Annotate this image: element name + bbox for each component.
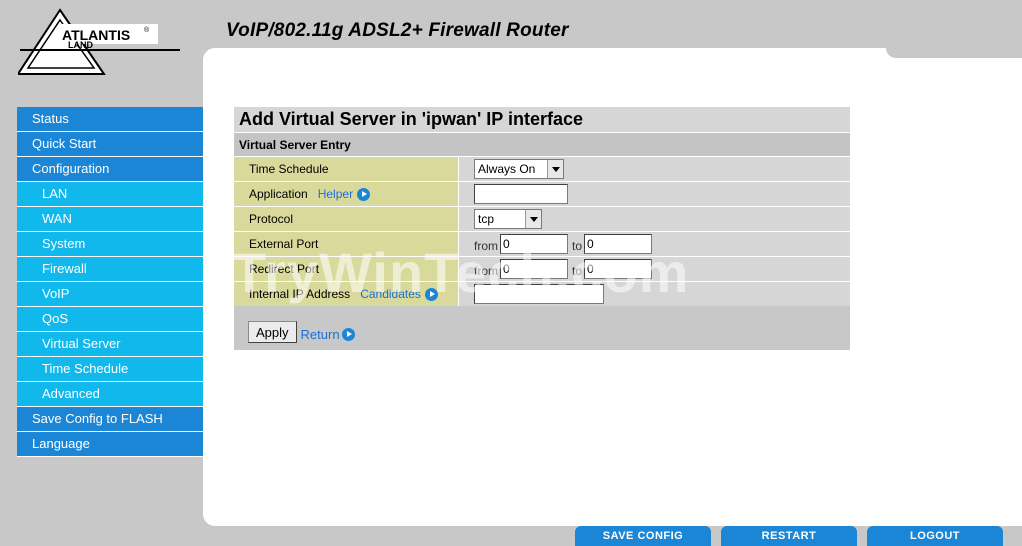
nav-qos[interactable]: QoS [17, 307, 203, 332]
external-from-label: from [474, 239, 498, 253]
arrow-right-circle-icon [341, 327, 355, 341]
atlantis-logo: ATLANTIS ® LAND [16, 4, 188, 78]
time-schedule-select[interactable]: Always On [474, 159, 564, 179]
row-protocol: Protocol tcp [234, 206, 850, 231]
external-port-label: External Port [249, 237, 319, 251]
nav-system[interactable]: System [17, 232, 203, 257]
nav-language[interactable]: Language [17, 432, 203, 457]
internal-ip-input[interactable] [474, 284, 604, 304]
redirect-port-label: Redirect Port [249, 262, 320, 276]
panel-notch [886, 48, 1022, 58]
nav-firewall[interactable]: Firewall [17, 257, 203, 282]
protocol-value: tcp [478, 212, 495, 226]
return-label: Return [300, 326, 340, 342]
protocol-select[interactable]: tcp [474, 209, 542, 229]
redirect-port-from-input[interactable] [500, 259, 568, 279]
restart-button[interactable]: RESTART [721, 526, 857, 546]
internal-ip-label: Internal IP Address [249, 287, 351, 301]
nav-save-config-flash[interactable]: Save Config to FLASH [17, 407, 203, 432]
helper-label: Helper [317, 187, 354, 201]
row-redirect-port: Redirect Port from to [234, 256, 850, 281]
nav-configuration[interactable]: Configuration [17, 157, 203, 182]
time-schedule-label: Time Schedule [249, 162, 329, 176]
nav-wan[interactable]: WAN [17, 207, 203, 232]
nav-lan[interactable]: LAN [17, 182, 203, 207]
row-external-port: External Port from to [234, 231, 850, 256]
row-time-schedule: Time Schedule Always On [234, 156, 850, 181]
redirect-from-label: from [474, 264, 498, 278]
row-application: Application Helper [234, 181, 850, 206]
chevron-down-icon [547, 160, 563, 178]
protocol-label: Protocol [249, 212, 294, 226]
helper-link[interactable]: Helper [317, 182, 371, 206]
row-internal-ip: Internal IP Address Candidates [234, 281, 850, 306]
chevron-down-icon [525, 210, 541, 228]
apply-button[interactable]: Apply [248, 321, 297, 343]
return-link[interactable]: Return [301, 327, 355, 342]
logout-button[interactable]: LOGOUT [867, 526, 1003, 546]
nav-advanced[interactable]: Advanced [17, 382, 203, 407]
virtual-server-form: Add Virtual Server in 'ipwan' IP interfa… [234, 107, 850, 350]
external-to-label: to [572, 239, 583, 253]
nav-quick-start[interactable]: Quick Start [17, 132, 203, 157]
candidates-label: Candidates [360, 287, 421, 301]
redirect-to-label: to [572, 264, 583, 278]
sidebar-nav: Status Quick Start Configuration LAN WAN… [17, 107, 203, 457]
section-title: Virtual Server Entry [234, 132, 850, 156]
external-port-from-input[interactable] [500, 234, 568, 254]
nav-virtual-server[interactable]: Virtual Server [17, 332, 203, 357]
form-title: Add Virtual Server in 'ipwan' IP interfa… [234, 107, 850, 132]
nav-voip[interactable]: VoIP [17, 282, 203, 307]
application-label: Application [249, 187, 308, 201]
arrow-right-circle-icon [357, 187, 371, 201]
nav-status[interactable]: Status [17, 107, 203, 132]
time-schedule-value: Always On [478, 162, 536, 176]
form-actions: Apply Return [234, 306, 850, 343]
svg-text:®: ® [144, 26, 150, 34]
svg-text:LAND: LAND [68, 40, 93, 50]
router-title: VoIP/802.11g ADSL2+ Firewall Router [226, 20, 569, 41]
save-config-button[interactable]: SAVE CONFIG [575, 526, 711, 546]
candidates-link[interactable]: Candidates [360, 282, 438, 306]
arrow-right-circle-icon [424, 287, 438, 301]
redirect-port-to-input[interactable] [584, 259, 653, 279]
application-input[interactable] [474, 184, 568, 204]
nav-time-schedule[interactable]: Time Schedule [17, 357, 203, 382]
external-port-to-input[interactable] [584, 234, 653, 254]
